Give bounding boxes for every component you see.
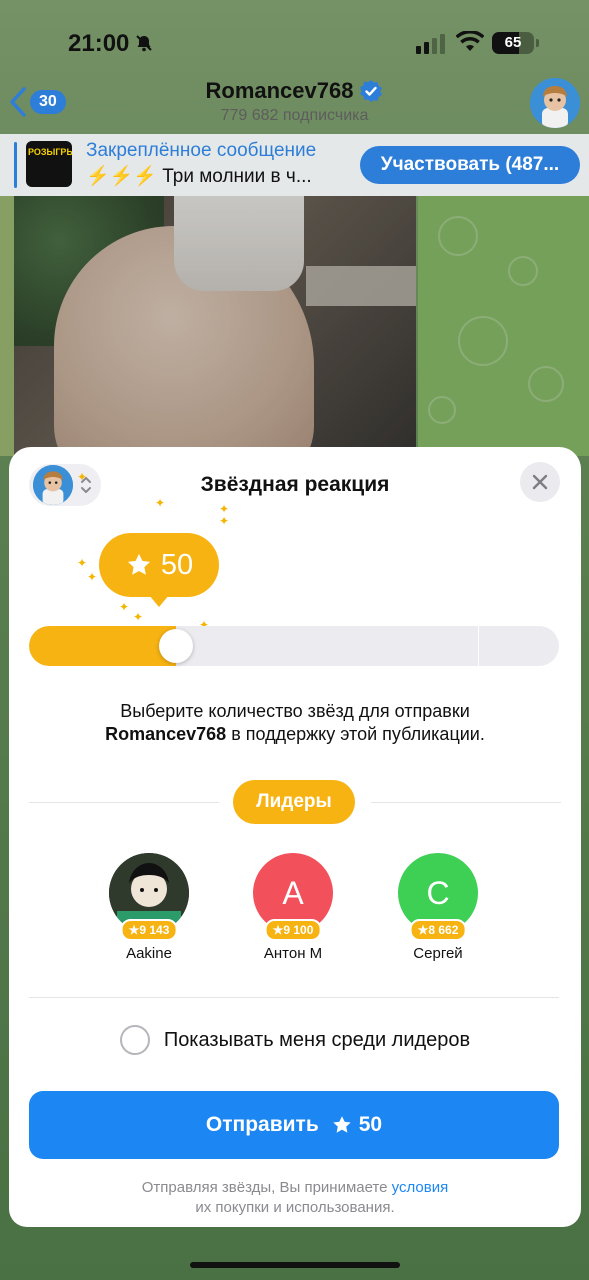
leader-stars: 9 100 bbox=[283, 923, 314, 937]
pinned-title: Закреплённое сообщение bbox=[86, 140, 317, 161]
leader-stars: 8 662 bbox=[428, 923, 459, 937]
sparkle-icon: ✦ bbox=[77, 556, 88, 570]
chat-header: 30 Romancev768 779 682 подписчика bbox=[0, 78, 589, 134]
description-line-1: Выберите количество звёзд для отправки bbox=[120, 701, 470, 721]
leader-item[interactable]: С ★8 662 Сергей bbox=[378, 853, 498, 962]
avatar-illustration bbox=[530, 78, 580, 128]
home-indicator[interactable] bbox=[190, 1262, 400, 1268]
slider-tick bbox=[478, 626, 479, 666]
send-button-label: Отправить bbox=[205, 1113, 319, 1136]
star-icon bbox=[127, 553, 150, 575]
star-reaction-sheet: Звёздная реакция ✦ ✦ ✦ ✦ ✦ ✦ ✦ ✦ ✦ 50 Вы… bbox=[9, 447, 581, 1227]
sparkle-icon: ✦ bbox=[133, 610, 144, 624]
leader-stars-badge: ★8 662 bbox=[409, 919, 467, 941]
bell-off-icon bbox=[136, 35, 152, 52]
send-stars-button[interactable]: Отправить 50 bbox=[29, 1091, 559, 1159]
pinned-indicator bbox=[14, 142, 17, 188]
show-me-label: Показывать меня среди лидеров bbox=[163, 1028, 471, 1051]
leader-name: Антон М bbox=[263, 945, 323, 962]
close-button[interactable] bbox=[520, 462, 560, 502]
leader-stars: 9 143 bbox=[139, 923, 170, 937]
description-line-2: Romancev768 в поддержку этой публикации. bbox=[9, 723, 581, 746]
sparkle-icon: ✦ bbox=[219, 502, 230, 516]
send-button-amount: 50 bbox=[358, 1113, 383, 1136]
cellular-signal-icon bbox=[416, 34, 445, 54]
leader-stars-badge: ★9 100 bbox=[264, 919, 322, 941]
battery-level: 65 bbox=[504, 34, 522, 51]
slider-fill bbox=[29, 626, 177, 666]
pinned-thumbnail: РОЗЫГРЫШ bbox=[26, 141, 72, 187]
status-time: 21:00 bbox=[68, 30, 130, 57]
description-channel: Romancev768 bbox=[105, 724, 227, 744]
status-bar: 21:00 65 bbox=[0, 0, 589, 80]
pinned-thumb-text: РОЗЫГРЫШ bbox=[28, 147, 72, 157]
show-me-checkbox[interactable] bbox=[119, 1025, 150, 1055]
participate-button[interactable]: Участвовать (487... bbox=[360, 146, 580, 184]
subscriber-count: 779 682 подписчика bbox=[220, 107, 369, 124]
channel-name: Romancev768 bbox=[205, 78, 354, 103]
sparkle-icon: ✦ bbox=[219, 514, 230, 528]
show-me-toggle-row[interactable]: Показывать меня среди лидеров bbox=[9, 1025, 581, 1055]
close-icon bbox=[532, 474, 548, 490]
channel-avatar[interactable] bbox=[530, 78, 580, 128]
sheet-description: Выберите количество звёзд для отправки R… bbox=[9, 700, 581, 746]
sheet-title: Звёздная реакция bbox=[200, 473, 390, 496]
section-divider bbox=[29, 997, 559, 998]
leader-stars-badge: ★9 143 bbox=[120, 919, 178, 941]
sparkle-icon: ✦ bbox=[77, 470, 88, 484]
leader-name: Сергей bbox=[413, 945, 463, 962]
sparkle-icon: ✦ bbox=[87, 570, 98, 584]
terms-before: Отправляя звёзды, Вы принимаете bbox=[141, 1179, 392, 1196]
star-amount-bubble-area: ✦ ✦ ✦ ✦ ✦ ✦ ✦ ✦ ✦ 50 bbox=[59, 471, 259, 631]
leaders-label: Лидеры bbox=[233, 780, 355, 824]
battery-icon: 65 bbox=[492, 32, 539, 54]
leader-item[interactable]: ★9 143 Aakine bbox=[89, 853, 209, 962]
terms-link[interactable]: условия bbox=[392, 1179, 449, 1196]
leader-name: Aakine bbox=[126, 945, 172, 962]
channel-title-block[interactable]: Romancev768 779 682 подписчика bbox=[0, 78, 589, 125]
wifi-icon bbox=[456, 31, 484, 51]
screen: 21:00 65 30 Romancev768 779 682 подписчи… bbox=[0, 0, 589, 1280]
terms-text: Отправляя звёзды, Вы принимаете условия … bbox=[9, 1178, 581, 1218]
pinned-text: ⚡⚡⚡ Три молнии в ч... bbox=[86, 166, 312, 187]
description-rest: в поддержку этой публикации. bbox=[226, 724, 485, 744]
star-amount-bubble: 50 bbox=[99, 533, 219, 607]
leaders-divider-left bbox=[29, 802, 219, 803]
pinned-message-bar[interactable]: РОЗЫГРЫШ Закреплённое сообщение ⚡⚡⚡ Три … bbox=[0, 134, 589, 196]
slider-knob[interactable] bbox=[159, 629, 194, 663]
verified-badge-icon bbox=[360, 80, 383, 102]
sparkle-icon: ✦ bbox=[119, 600, 130, 614]
sparkle-icon: ✦ bbox=[155, 496, 166, 510]
star-amount-value: 50 bbox=[160, 548, 194, 581]
leader-item[interactable]: А ★9 100 Антон М bbox=[233, 853, 353, 962]
star-amount-slider[interactable] bbox=[29, 626, 559, 666]
leaders-divider-right bbox=[371, 802, 561, 803]
star-icon bbox=[333, 1116, 351, 1133]
terms-after: их покупки и использования. bbox=[195, 1199, 395, 1216]
